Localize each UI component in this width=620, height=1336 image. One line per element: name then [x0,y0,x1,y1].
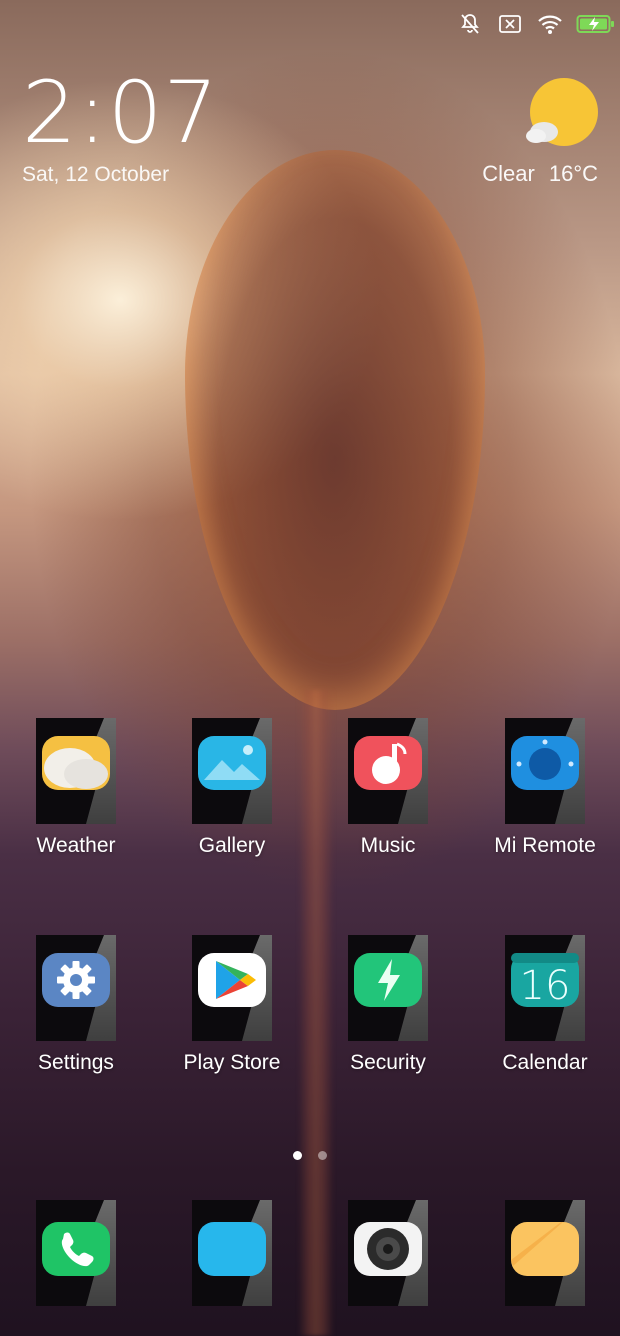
dock-messages[interactable] [162,1200,302,1306]
app-play-store[interactable]: Play Store [162,935,302,1075]
notes-icon [509,1220,581,1278]
weather-icon [40,734,112,792]
app-label: Play Store [183,1051,281,1074]
security-icon [352,951,424,1009]
app-tile [192,1200,272,1306]
dock-phone[interactable] [6,1200,146,1306]
remote-icon [509,734,581,792]
app-tile [192,935,272,1041]
app-tile [505,1200,585,1306]
dock-notes[interactable] [475,1200,615,1306]
battery-charging-icon [576,10,616,38]
app-tile [36,935,116,1041]
clock-date[interactable]: Sat, 12 October [22,163,169,187]
app-label: Music [360,834,416,857]
status-bar [456,8,616,40]
sun-cloud-icon[interactable] [524,76,602,154]
messages-icon [196,1220,268,1278]
phone-icon [40,1220,112,1278]
app-tile: 16 [505,935,585,1041]
app-label: Calendar [502,1051,588,1074]
app-settings[interactable]: Settings [6,935,146,1075]
gallery-icon [196,734,268,792]
dock-camera[interactable] [318,1200,458,1306]
app-security[interactable]: Security [318,935,458,1075]
play-store-icon [196,951,268,1009]
calendar-day: 16 [519,963,571,1009]
app-calendar[interactable]: 16 Calendar [475,935,615,1075]
page-dot-1[interactable] [293,1151,302,1160]
camera-icon [352,1220,424,1278]
app-music[interactable]: Music [318,718,458,858]
app-label: Weather [36,834,116,857]
app-tile [36,1200,116,1306]
music-icon [352,734,424,792]
wifi-icon [536,10,564,38]
weather-widget[interactable]: Clear 16°C [482,161,598,187]
calendar-icon: 16 [509,951,581,1009]
weather-condition: Clear [482,161,535,186]
app-gallery[interactable]: Gallery [162,718,302,858]
mute-icon [456,10,484,38]
app-tile [192,718,272,824]
gear-icon [40,951,112,1009]
wallpaper-leaf [185,150,485,710]
app-tile [348,935,428,1041]
app-mi-remote[interactable]: Mi Remote [475,718,615,858]
app-label: Mi Remote [494,834,596,857]
app-label: Settings [38,1051,114,1074]
page-indicator[interactable] [0,1151,620,1160]
app-tile [36,718,116,824]
app-tile [348,718,428,824]
app-label: Gallery [198,834,266,857]
clock-time[interactable]: 2:07 [22,70,219,156]
weather-temperature: 16°C [548,161,598,186]
page-dot-2[interactable] [318,1151,327,1160]
app-weather[interactable]: Weather [6,718,146,858]
app-label: Security [350,1051,426,1074]
app-tile [505,718,585,824]
app-tile [348,1200,428,1306]
sim-off-icon [496,10,524,38]
